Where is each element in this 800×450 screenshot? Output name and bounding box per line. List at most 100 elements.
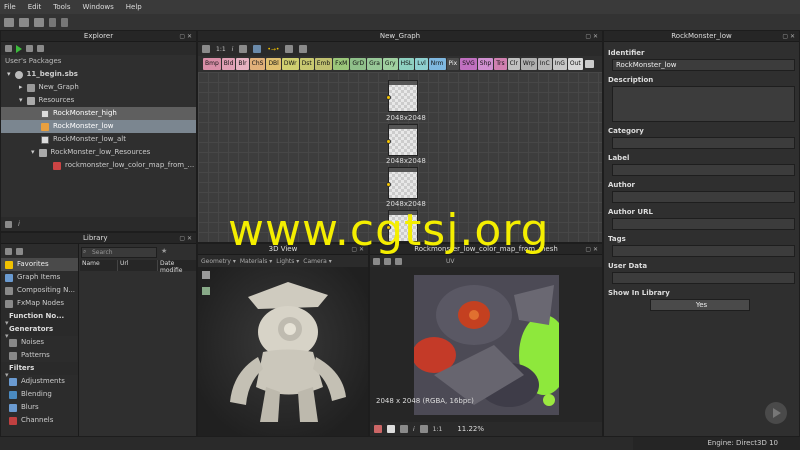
tags-field[interactable] bbox=[612, 245, 795, 257]
node-chip-gry[interactable]: Gry bbox=[382, 58, 398, 70]
menu-camera[interactable]: Camera ▾ bbox=[303, 258, 331, 265]
library-category-noises[interactable]: Noises bbox=[1, 336, 78, 349]
user-data-field[interactable] bbox=[612, 272, 795, 284]
library-search-input[interactable]: Search bbox=[81, 247, 157, 258]
tree-item-resources[interactable]: ▾ Resources bbox=[1, 94, 196, 107]
light-icon[interactable] bbox=[202, 287, 210, 295]
graph-node[interactable] bbox=[386, 80, 418, 112]
view2d-tool-icon[interactable] bbox=[395, 257, 402, 265]
node-chip-gra[interactable]: Gra bbox=[367, 58, 382, 70]
node-chip-svg[interactable]: SVG bbox=[460, 58, 477, 70]
tree-item-color-map[interactable]: rockmonster_low_color_map_from_... bbox=[1, 159, 196, 172]
node-chip-emb[interactable]: Emb bbox=[314, 58, 333, 70]
menu-materials[interactable]: Materials ▾ bbox=[240, 258, 272, 265]
zoom-ratio-button[interactable]: 1:1 bbox=[433, 426, 443, 433]
menu-geometry[interactable]: Geometry ▾ bbox=[201, 258, 236, 265]
column-date[interactable]: Date modifie bbox=[158, 260, 196, 274]
menu-file[interactable]: File bbox=[4, 3, 16, 11]
redo-icon[interactable] bbox=[61, 17, 68, 27]
column-url[interactable]: Url bbox=[118, 260, 158, 271]
input-port-icon[interactable] bbox=[386, 95, 391, 100]
explorer-save-icon[interactable] bbox=[26, 45, 33, 52]
zoom-ratio-button[interactable]: 1:1 bbox=[216, 46, 226, 53]
save-icon[interactable] bbox=[34, 17, 44, 27]
histogram-icon[interactable] bbox=[419, 425, 428, 433]
node-chip-fxm[interactable]: FxM bbox=[333, 58, 350, 70]
node-chip-bmp[interactable]: Bmp bbox=[203, 58, 221, 70]
expand-arrow-icon[interactable]: ▾ bbox=[31, 146, 35, 159]
node-chip-bld[interactable]: Bld bbox=[221, 58, 236, 70]
align-icon[interactable] bbox=[253, 45, 262, 53]
tree-item-rockmonster-low[interactable]: RockMonster_low bbox=[1, 120, 196, 133]
menu-help[interactable]: Help bbox=[126, 3, 142, 11]
favorite-star-icon[interactable]: ★ bbox=[161, 247, 167, 255]
description-field[interactable] bbox=[612, 86, 795, 122]
input-port-icon[interactable] bbox=[386, 139, 391, 144]
connect-icon[interactable]: •→• bbox=[267, 46, 279, 53]
expand-arrow-icon[interactable]: ▾ bbox=[7, 68, 11, 81]
node-chip-wrp[interactable]: Wrp bbox=[520, 58, 537, 70]
comment-icon[interactable] bbox=[585, 60, 594, 68]
library-category-favorites[interactable]: Favorites bbox=[1, 258, 78, 271]
node-chip-lvl[interactable]: Lvl bbox=[415, 58, 428, 70]
menu-lights[interactable]: Lights ▾ bbox=[276, 258, 299, 265]
gear-icon[interactable] bbox=[299, 45, 308, 53]
grid-icon[interactable] bbox=[400, 425, 408, 433]
run-icon[interactable] bbox=[16, 44, 22, 53]
library-category-adjustments[interactable]: Adjustments bbox=[1, 375, 78, 388]
node-chip-dwr[interactable]: DWr bbox=[281, 58, 299, 70]
menu-tools[interactable]: Tools bbox=[53, 3, 70, 11]
library-category-function-no[interactable]: ▾Function No... bbox=[1, 310, 78, 327]
graph-node[interactable] bbox=[386, 124, 418, 156]
author-url-field[interactable] bbox=[612, 218, 795, 230]
tree-item-package[interactable]: ▾ 11_begin.sbs bbox=[1, 68, 196, 81]
tree-item-rockmonster-low-alt[interactable]: RockMonster_low_alt bbox=[1, 133, 196, 146]
library-category-filters[interactable]: ▾ Filters bbox=[1, 362, 78, 379]
view2d-tool-icon[interactable] bbox=[384, 257, 391, 265]
node-chip-hsl[interactable]: HSL bbox=[398, 58, 415, 70]
add-icon[interactable] bbox=[5, 247, 12, 255]
label-field[interactable] bbox=[612, 164, 795, 176]
3d-viewport[interactable] bbox=[198, 267, 368, 436]
node-chip-dst[interactable]: Dst bbox=[299, 58, 314, 70]
play-icon[interactable] bbox=[765, 402, 787, 424]
node-chip-trs[interactable]: Trs bbox=[494, 58, 507, 70]
node-chip-out[interactable]: Out bbox=[567, 58, 583, 70]
library-category-patterns[interactable]: Patterns bbox=[1, 349, 78, 362]
library-category-compositing-n[interactable]: Compositing N... bbox=[1, 284, 78, 297]
library-category-channels[interactable]: Channels bbox=[1, 414, 78, 427]
view2d-tool-icon[interactable] bbox=[373, 257, 380, 265]
undo-icon[interactable] bbox=[49, 17, 56, 27]
input-port-icon[interactable] bbox=[386, 182, 391, 187]
node-chip-blr[interactable]: Blr bbox=[236, 58, 249, 70]
library-category-blending[interactable]: Blending bbox=[1, 388, 78, 401]
library-category-generators[interactable]: ▾ Generators bbox=[1, 323, 78, 340]
info-icon[interactable]: i bbox=[413, 426, 415, 433]
library-category-blurs[interactable]: Blurs bbox=[1, 401, 78, 414]
show-in-library-dropdown[interactable]: Yes bbox=[650, 299, 750, 311]
grid-icon[interactable] bbox=[239, 45, 248, 53]
node-chip-grd[interactable]: GrD bbox=[350, 58, 367, 70]
node-chip-nrm[interactable]: Nrm bbox=[428, 58, 446, 70]
node-chip-inc[interactable]: InC bbox=[537, 58, 552, 70]
library-category-graph-items[interactable]: Graph Items bbox=[1, 271, 78, 284]
camera-icon[interactable] bbox=[202, 271, 210, 279]
column-name[interactable]: Name bbox=[80, 260, 118, 271]
tree-item-rockmonster-high[interactable]: RockMonster_high bbox=[1, 107, 196, 120]
expand-arrow-icon[interactable]: ▸ bbox=[19, 81, 23, 94]
menu-windows[interactable]: Windows bbox=[83, 3, 114, 11]
frame-icon[interactable] bbox=[202, 45, 210, 53]
expand-arrow-icon[interactable]: ▾ bbox=[19, 94, 23, 107]
node-chip-clr[interactable]: Clr bbox=[507, 58, 520, 70]
node-chip-chs[interactable]: ChS bbox=[249, 58, 266, 70]
settings-icon[interactable] bbox=[5, 220, 12, 228]
author-field[interactable] bbox=[612, 191, 795, 203]
node-chip-pix[interactable]: Pix bbox=[446, 58, 460, 70]
tree-item-rockmonster-resources[interactable]: ▾ RockMonster_low_Resources bbox=[1, 146, 196, 159]
new-folder-icon[interactable] bbox=[16, 247, 23, 255]
clock-icon[interactable] bbox=[285, 45, 294, 53]
identifier-field[interactable]: RockMonster_low bbox=[612, 59, 795, 71]
open-icon[interactable] bbox=[19, 17, 29, 27]
2d-viewport[interactable]: 2048 x 2048 (RGBA, 16bpc) bbox=[370, 267, 602, 422]
info-icon[interactable]: i bbox=[18, 220, 20, 228]
